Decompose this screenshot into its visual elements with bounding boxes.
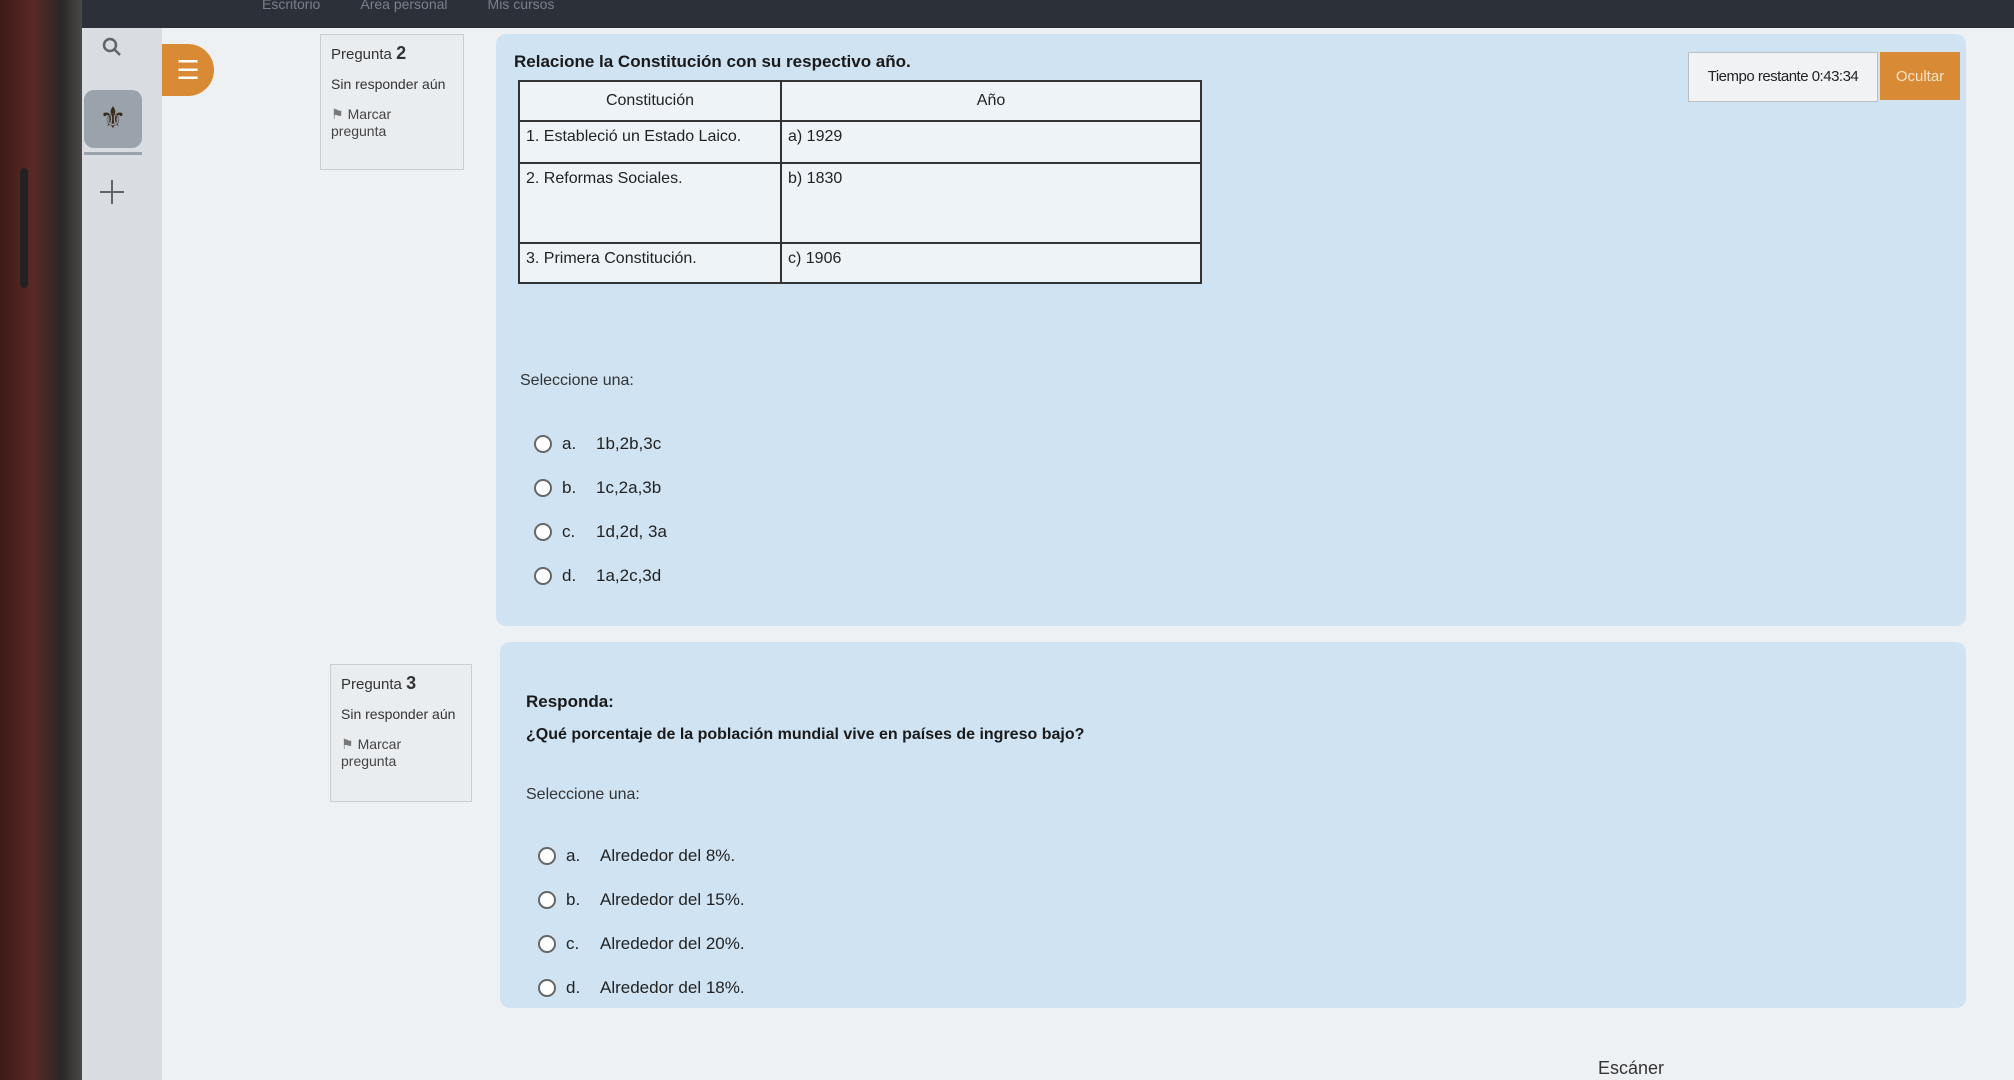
answer-option[interactable]: c. Alrededor del 20%. [538, 934, 745, 954]
option-letter: a. [566, 846, 581, 865]
answer-option[interactable]: d. 1a,2c,3d [534, 566, 661, 586]
answer-option[interactable]: a. Alrededor del 8%. [538, 846, 735, 866]
question-number: Pregunta 3 [341, 673, 461, 694]
flag-question-button[interactable]: ⚑ Marcar pregunta [331, 106, 453, 139]
flag-icon: ⚑ [341, 736, 354, 752]
radio-button[interactable] [534, 435, 552, 453]
table-cell: c) 1906 [780, 242, 1202, 284]
nav-item[interactable]: Mis cursos [488, 0, 555, 28]
question-label: Pregunta [331, 46, 392, 63]
radio-button[interactable] [534, 567, 552, 585]
flag-label: Marcar [347, 106, 392, 122]
time-remaining: Tiempo restante 0:43:34 [1688, 52, 1878, 102]
select-prompt: Seleccione una: [520, 372, 634, 389]
answer-option[interactable]: d. Alrededor del 18%. [538, 978, 745, 998]
option-text: Alrededor del 15%. [600, 890, 745, 909]
radio-button[interactable] [538, 979, 556, 997]
option-text: 1a,2c,3d [596, 566, 662, 585]
option-letter: a. [562, 434, 577, 453]
crest-icon[interactable]: ⚜ [84, 90, 142, 148]
radio-button[interactable] [538, 935, 556, 953]
option-text: Alrededor del 20%. [600, 934, 745, 953]
question-label: Pregunta [341, 676, 402, 693]
question-status: Sin responder aún [331, 76, 446, 92]
radio-button[interactable] [534, 523, 552, 541]
flag-label: Marcar [357, 736, 402, 752]
option-text: 1b,2b,3c [596, 434, 662, 453]
plus-icon[interactable] [92, 178, 132, 213]
flag-icon: ⚑ [331, 106, 344, 122]
option-letter: d. [566, 978, 581, 997]
table-header: Año [780, 80, 1202, 122]
flag-question-button[interactable]: ⚑ Marcar pregunta [341, 736, 461, 769]
question-text: Relacione la Constitución con su respect… [514, 52, 911, 71]
option-letter: b. [566, 890, 581, 909]
answer-option[interactable]: b. 1c,2a,3b [534, 478, 661, 498]
option-letter: d. [562, 566, 577, 585]
option-text: Alrededor del 18%. [600, 978, 745, 997]
radio-button[interactable] [538, 891, 556, 909]
question-number-value: 3 [406, 673, 417, 693]
option-text: 1c,2a,3b [596, 478, 662, 497]
table-cell: b) 1830 [780, 162, 1202, 244]
question-heading: Responda: [526, 692, 614, 711]
answer-option[interactable]: a. 1b,2b,3c [534, 434, 661, 454]
flag-label: pregunta [341, 753, 397, 769]
matching-table: Constitución Año 1. Estableció un Estado… [518, 80, 1202, 284]
select-prompt: Seleccione una: [526, 786, 640, 803]
table-cell: 2. Reformas Sociales. [518, 162, 782, 244]
taskbar-scanner[interactable]: Escáner [1598, 1058, 1664, 1079]
top-navbar: Escritorio Área personal Mis cursos [82, 0, 2014, 28]
photo-frame-left [0, 0, 82, 1080]
answer-option[interactable]: c. 1d,2d, 3a [534, 522, 667, 542]
question-number: Pregunta 2 [331, 43, 453, 64]
option-letter: b. [562, 478, 577, 497]
search-icon[interactable] [92, 34, 132, 65]
rail-divider [84, 152, 142, 155]
option-letter: c. [566, 934, 580, 953]
option-text: Alrededor del 8%. [600, 846, 736, 865]
answer-option[interactable]: b. Alrededor del 15%. [538, 890, 745, 910]
table-cell: 1. Estableció un Estado Laico. [518, 120, 782, 164]
option-text: 1d,2d, 3a [596, 522, 667, 541]
hide-timer-button[interactable]: Ocultar [1880, 52, 1960, 100]
table-cell: 3. Primera Constitución. [518, 242, 782, 284]
top-nav: Escritorio Área personal Mis cursos [262, 0, 554, 28]
question-info-2: Pregunta 2 Sin responder aún ⚑ Marcar pre… [320, 34, 464, 170]
frame-divider [20, 168, 28, 288]
list-icon[interactable]: ☰ [162, 44, 214, 96]
table-header: Constitución [518, 80, 782, 122]
question-number-value: 2 [396, 43, 407, 63]
nav-item[interactable]: Área personal [360, 0, 447, 28]
flag-label: pregunta [331, 123, 387, 139]
table-cell: a) 1929 [780, 120, 1202, 164]
question-info-3: Pregunta 3 Sin responder aún ⚑ Marcar pre… [330, 664, 472, 802]
nav-item[interactable]: Escritorio [262, 0, 320, 28]
question-text: ¿Qué porcentaje de la población mundial … [526, 726, 1085, 743]
option-letter: c. [562, 522, 576, 541]
question-status: Sin responder aún [341, 706, 456, 722]
radio-button[interactable] [538, 847, 556, 865]
radio-button[interactable] [534, 479, 552, 497]
